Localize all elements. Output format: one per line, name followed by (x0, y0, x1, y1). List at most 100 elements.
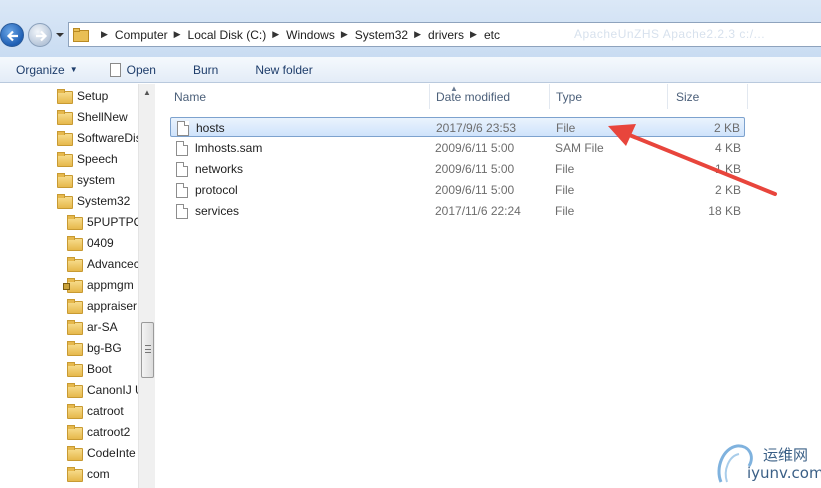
tree-item-advanced[interactable]: Advancec (67, 253, 140, 274)
breadcrumb-local-disk[interactable]: Local Disk (C:) (188, 28, 267, 42)
tree-item-bg-bg[interactable]: bg-BG (67, 337, 122, 358)
folder-icon (67, 362, 83, 377)
tree-item-boot[interactable]: Boot (67, 358, 112, 379)
file-date: 2009/6/11 5:00 (435, 183, 515, 197)
open-button[interactable]: Open (102, 59, 164, 81)
watermark-cn-text: 运维网 (763, 446, 809, 464)
column-header-name[interactable]: Name (156, 84, 430, 109)
tree-item-softwaredis[interactable]: SoftwareDis (57, 127, 142, 148)
breadcrumb-windows[interactable]: Windows (286, 28, 335, 42)
breadcrumb-computer[interactable]: Computer (115, 28, 168, 42)
open-label: Open (126, 62, 156, 77)
folder-icon (57, 110, 73, 125)
file-icon (176, 141, 188, 156)
column-header-size[interactable]: Size (668, 84, 748, 109)
folder-icon (57, 194, 73, 209)
tree-item-label: catroot2 (87, 424, 131, 439)
tree-item-catroot[interactable]: catroot (67, 400, 124, 421)
tree-item-com[interactable]: com (67, 463, 110, 484)
column-header-type[interactable]: Type (550, 84, 668, 109)
chevron-down-icon: ▼ (69, 65, 78, 74)
address-ghost-text: ApacheUnZHS Apache2.2.3 c:/... (574, 27, 766, 41)
tree-item-label: CodeInte (87, 445, 136, 460)
folder-icon (67, 320, 83, 335)
scroll-up-arrow-icon[interactable]: ▲ (143, 88, 151, 97)
tree-item-appraiser[interactable]: appraiser (67, 295, 137, 316)
recent-pages-chevron-icon[interactable] (56, 31, 64, 39)
tree-item-shellnew[interactable]: ShellNew (57, 106, 128, 127)
back-arrow-icon (6, 30, 18, 42)
file-date: 2017/9/6 23:53 (436, 121, 517, 135)
back-button[interactable] (0, 23, 24, 47)
column-header-label: Type (556, 89, 583, 104)
tree-item-label: Setup (77, 88, 109, 103)
breadcrumb-drivers[interactable]: drivers (428, 28, 464, 42)
file-row-services[interactable]: services 2017/11/6 22:24 File 18 KB (170, 201, 745, 221)
tree-item-label: bg-BG (87, 340, 122, 355)
organize-button[interactable]: Organize ▼ (8, 59, 86, 81)
tree-item-label: appmgm (87, 277, 134, 292)
tree-item-label: 5PUPTPQ (87, 214, 144, 229)
locked-folder-icon (63, 278, 83, 293)
tree-item-speech[interactable]: Speech (57, 148, 118, 169)
file-name: networks (195, 162, 244, 176)
breadcrumb-separator-icon[interactable]: ▶ (101, 29, 108, 40)
tree-item-catroot2[interactable]: catroot2 (67, 421, 130, 442)
tree-item-codeinte[interactable]: CodeInte (67, 442, 136, 463)
file-name: hosts (196, 121, 225, 135)
folder-icon (67, 215, 83, 230)
folder-icon (67, 467, 83, 482)
folder-icon (67, 446, 83, 461)
file-name: services (195, 204, 240, 218)
tree-item-label: com (87, 466, 110, 481)
burn-label: Burn (192, 62, 219, 77)
file-icon (176, 204, 188, 219)
breadcrumb: ▶ Computer ▶ Local Disk (C:) ▶ Windows ▶… (95, 28, 500, 42)
column-header-label: Date modified (436, 89, 511, 104)
breadcrumb-separator-icon[interactable]: ▶ (174, 29, 181, 40)
file-type: File (556, 121, 576, 135)
file-size: 18 KB (708, 204, 741, 218)
folder-icon (67, 236, 83, 251)
address-bar-row: ▶ Computer ▶ Local Disk (C:) ▶ Windows ▶… (0, 0, 821, 57)
breadcrumb-separator-icon[interactable]: ▶ (272, 29, 279, 40)
file-date: 2017/11/6 22:24 (435, 204, 521, 218)
lock-icon (63, 283, 70, 290)
breadcrumb-separator-icon[interactable]: ▶ (414, 29, 421, 40)
tree-item-0409[interactable]: 0409 (67, 232, 114, 253)
tree-item-appmgm[interactable]: appmgm (63, 274, 134, 295)
breadcrumb-system32[interactable]: System32 (355, 28, 408, 42)
tree-item-canonij[interactable]: CanonIJ U (67, 379, 144, 400)
breadcrumb-etc[interactable]: etc (484, 28, 500, 42)
burn-button[interactable]: Burn (185, 59, 226, 81)
nav-pane-scrollbar[interactable]: ▲ (138, 84, 155, 488)
file-name: lmhosts.sam (195, 141, 263, 155)
tree-item-5puptpq[interactable]: 5PUPTPQ (67, 211, 143, 232)
file-icon (176, 162, 188, 177)
folder-icon (57, 173, 73, 188)
tree-item-label: SoftwareDis (77, 130, 142, 145)
tree-item-label: Advancec (87, 256, 140, 271)
file-type: File (555, 204, 575, 218)
tree-item-system32[interactable]: System32 (57, 190, 130, 211)
tree-item-label: ShellNew (77, 109, 128, 124)
column-header-date-modified[interactable]: Date modified (430, 84, 550, 109)
tree-item-setup[interactable]: Setup (57, 85, 108, 106)
tree-item-ar-sa[interactable]: ar-SA (67, 316, 118, 337)
folder-icon (67, 341, 83, 356)
folder-icon (67, 257, 83, 272)
annotation-arrow-icon (608, 124, 777, 196)
new-folder-button[interactable]: New folder (247, 59, 320, 81)
address-box[interactable]: ▶ Computer ▶ Local Disk (C:) ▶ Windows ▶… (68, 22, 821, 47)
forward-button[interactable] (28, 23, 52, 47)
file-type: File (555, 183, 575, 197)
scrollbar-thumb[interactable] (141, 322, 154, 378)
folder-icon (57, 89, 73, 104)
file-type: SAM File (555, 141, 604, 155)
breadcrumb-separator-icon[interactable]: ▶ (470, 29, 477, 40)
forward-arrow-icon (36, 30, 48, 42)
tree-item-label: ar-SA (87, 319, 118, 334)
organize-label: Organize (16, 62, 65, 77)
tree-item-system[interactable]: system (57, 169, 115, 190)
breadcrumb-separator-icon[interactable]: ▶ (341, 29, 348, 40)
